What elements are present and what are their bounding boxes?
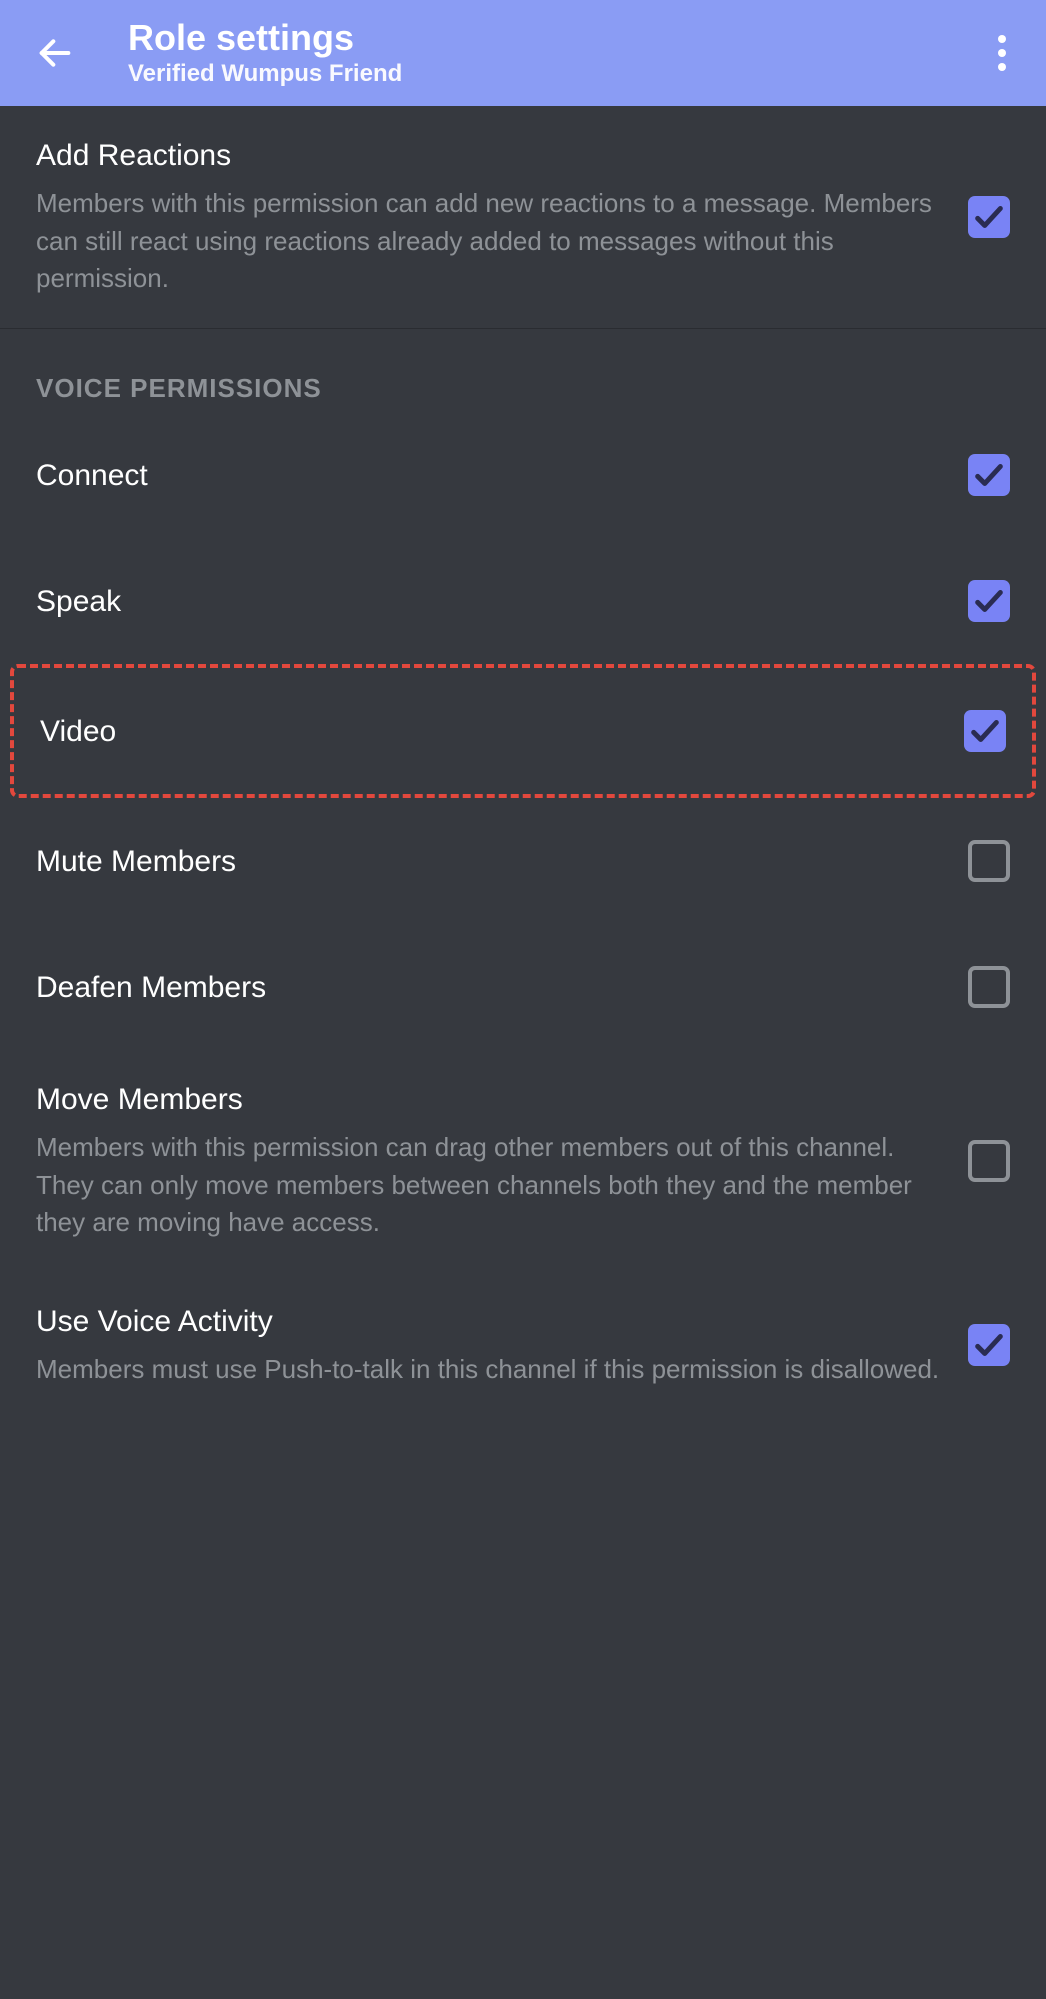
permission-title: Connect xyxy=(36,456,968,495)
permission-move-members[interactable]: Move Members Members with this permissio… xyxy=(0,1050,1046,1272)
permission-title: Deafen Members xyxy=(36,968,968,1007)
checkbox-deafen-members[interactable] xyxy=(968,966,1010,1008)
back-button[interactable] xyxy=(30,28,80,78)
permission-description: Members must use Push-to-talk in this ch… xyxy=(36,1351,944,1389)
permission-text: Move Members Members with this permissio… xyxy=(36,1080,968,1242)
checkbox-connect[interactable] xyxy=(968,454,1010,496)
permission-description: Members with this permission can drag ot… xyxy=(36,1129,944,1242)
permission-title: Use Voice Activity xyxy=(36,1302,944,1341)
permission-title: Move Members xyxy=(36,1080,944,1119)
permission-mute-members[interactable]: Mute Members xyxy=(0,798,1046,924)
checkbox-speak[interactable] xyxy=(968,580,1010,622)
permission-description: Members with this permission can add new… xyxy=(36,185,944,298)
check-icon xyxy=(972,200,1006,234)
check-icon xyxy=(972,584,1006,618)
check-icon xyxy=(972,458,1006,492)
page-subtitle: Verified Wumpus Friend xyxy=(128,60,982,88)
arrow-left-icon xyxy=(35,33,75,73)
voice-permissions-header: VOICE PERMISSIONS xyxy=(0,329,1046,412)
kebab-dot-icon xyxy=(998,49,1006,57)
permission-connect[interactable]: Connect xyxy=(0,412,1046,538)
highlight-annotation: Video xyxy=(10,664,1036,798)
header-title-block: Role settings Verified Wumpus Friend xyxy=(128,18,982,88)
more-options-button[interactable] xyxy=(982,28,1022,78)
page-title: Role settings xyxy=(128,18,982,58)
checkbox-use-voice-activity[interactable] xyxy=(968,1324,1010,1366)
kebab-dot-icon xyxy=(998,63,1006,71)
permission-speak[interactable]: Speak xyxy=(0,538,1046,664)
permission-title: Add Reactions xyxy=(36,136,944,175)
check-icon xyxy=(968,714,1002,748)
permission-title: Speak xyxy=(36,582,968,621)
permission-deafen-members[interactable]: Deafen Members xyxy=(0,924,1046,1050)
permission-title: Video xyxy=(40,712,964,751)
checkbox-add-reactions[interactable] xyxy=(968,196,1010,238)
permission-text: Use Voice Activity Members must use Push… xyxy=(36,1302,968,1389)
header-bar: Role settings Verified Wumpus Friend xyxy=(0,0,1046,106)
permission-video[interactable]: Video xyxy=(14,668,1032,794)
permission-text: Add Reactions Members with this permissi… xyxy=(36,136,968,298)
kebab-dot-icon xyxy=(998,35,1006,43)
checkbox-mute-members[interactable] xyxy=(968,840,1010,882)
permissions-section: Add Reactions Members with this permissi… xyxy=(0,106,1046,1419)
checkbox-video[interactable] xyxy=(964,710,1006,752)
permission-title: Mute Members xyxy=(36,842,968,881)
checkbox-move-members[interactable] xyxy=(968,1140,1010,1182)
permission-use-voice-activity[interactable]: Use Voice Activity Members must use Push… xyxy=(0,1272,1046,1419)
check-icon xyxy=(972,1328,1006,1362)
permission-add-reactions[interactable]: Add Reactions Members with this permissi… xyxy=(0,106,1046,328)
